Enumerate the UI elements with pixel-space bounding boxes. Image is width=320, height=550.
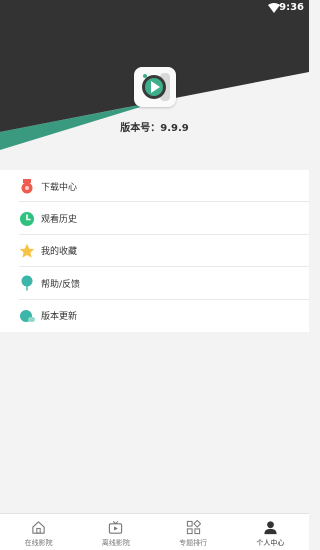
app-logo	[134, 67, 176, 107]
status-bar: 9:36	[0, 0, 309, 18]
home-icon	[32, 521, 45, 534]
play-logo-icon	[142, 73, 170, 101]
person-icon	[264, 521, 277, 535]
menu-item-download-center[interactable]: 下载中心	[0, 170, 309, 203]
menu-item-help-feedback[interactable]: 帮助/反馈	[0, 267, 309, 300]
menu-item-label: 下载中心	[41, 182, 78, 193]
tab-label: 离线影院	[101, 539, 130, 547]
menu-item-label: 我的收藏	[41, 247, 78, 258]
menu-item-watch-history[interactable]: 观看历史	[0, 202, 309, 235]
version-label: 版本号：9.9.9	[120, 123, 189, 134]
clock-icon	[20, 211, 34, 226]
tv-icon	[109, 521, 123, 534]
menu-item-favorites[interactable]: 我的收藏	[0, 235, 309, 268]
grid-icon	[186, 520, 201, 535]
status-time: 9:36	[279, 2, 304, 13]
menu-item-label: 版本更新	[41, 312, 78, 323]
tab-personal-center[interactable]: 个人中心	[232, 514, 309, 550]
tab-label: 个人中心	[256, 539, 285, 547]
bottom-navigation: 在线影院 离线影院 专题排行 个人中心	[0, 513, 309, 550]
balloon-icon	[21, 275, 33, 291]
tab-label: 在线影院	[24, 539, 53, 547]
chat-bubble-icon	[20, 309, 35, 322]
menu-item-version-update[interactable]: 版本更新	[0, 300, 309, 332]
menu-item-label: 帮助/反馈	[41, 279, 81, 290]
profile-menu: 下载中心 观看历史 我的收藏 帮助/反馈 版本更新	[0, 170, 309, 332]
tab-online-cinema[interactable]: 在线影院	[0, 514, 77, 550]
download-badge-icon	[21, 179, 33, 194]
tab-offline-cinema[interactable]: 离线影院	[77, 514, 154, 550]
tab-label: 专题排行	[179, 539, 208, 547]
star-icon	[19, 243, 35, 258]
tab-topic-ranking[interactable]: 专题排行	[155, 514, 232, 550]
menu-item-label: 观看历史	[41, 215, 78, 226]
